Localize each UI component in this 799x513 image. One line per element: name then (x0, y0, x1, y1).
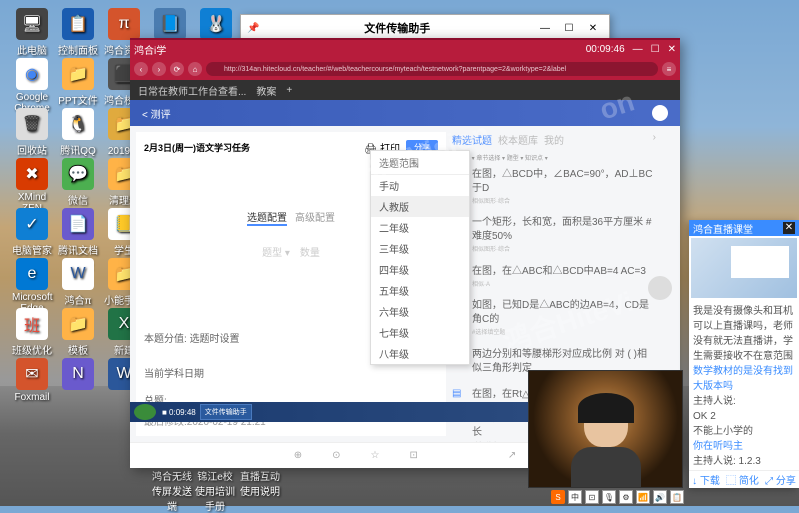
avatar[interactable] (652, 105, 668, 121)
tray-icon[interactable]: 🎙 (602, 490, 616, 504)
download-button[interactable]: ↓ 下载 (692, 472, 720, 487)
question-item[interactable]: ▤一个矩形，长和宽，面积是36平方厘米 #难度50%相似图形·综合 (452, 216, 656, 254)
desktop-icon[interactable]: W鸿合π (58, 258, 98, 307)
tray-icon[interactable]: 📋 (670, 490, 684, 504)
desktop-icon[interactable]: ✉Foxmail (12, 358, 52, 403)
taskbar-item[interactable]: 文件传输助手 (200, 404, 252, 420)
question-item[interactable]: ▤如图，已知D是△ABC的边AB=4，CD是角C的#选择填空题 (452, 299, 656, 337)
live-chat-panel: 鸿合直播课堂 ✕ 我是没有摄像头和耳机可以上直播课吗，老师没有就无法直播讲，学生… (689, 220, 799, 488)
system-tray: S 中 ⊡ 🎙 ⚙ 📶 🔊 📋 (551, 490, 684, 504)
scroll-handle[interactable] (648, 276, 662, 300)
preview-thumbnail[interactable] (691, 238, 797, 298)
dropdown-item[interactable]: 三年级 (371, 238, 469, 259)
desktop-icon[interactable]: 📋控制面板 (58, 8, 98, 57)
menu-button[interactable]: ≡ (662, 62, 676, 76)
pin-icon[interactable]: 📌 (247, 23, 259, 34)
maximize-button[interactable]: ☐ (559, 23, 579, 34)
tab-mine[interactable]: 我的 (544, 132, 564, 147)
minimize-button[interactable]: — (535, 23, 555, 34)
forward-button[interactable]: › (152, 62, 166, 76)
back-button[interactable]: ‹ (134, 62, 148, 76)
tool-icon[interactable]: ⊙ (332, 450, 340, 461)
desktop-icon[interactable]: eMicrosoft Edge (12, 258, 52, 314)
new-tab-button[interactable]: + (286, 85, 292, 96)
rec-time: ■ 0:09:48 (162, 408, 196, 417)
question-item[interactable]: ▤在图，△BCD中，∠BAC=90°，AD⊥BC于D相似图形·综合 (452, 168, 656, 206)
tab-config[interactable]: 选题配置 (247, 209, 287, 226)
desktop-icon[interactable]: ◉Google Chrome (12, 58, 52, 114)
dropdown-item[interactable]: 二年级 (371, 217, 469, 238)
desktop-icon[interactable]: 📁模板 (58, 308, 98, 357)
desktop-icon[interactable]: 🗑回收站 (12, 108, 52, 157)
dropdown-item[interactable]: 手动 (371, 175, 469, 196)
chat-log: 我是没有摄像头和耳机可以上直播课吗，老师没有就无法直播讲，学生需要接收不在意范围… (689, 300, 799, 470)
inner-taskbar: ■ 0:09:48 文件传输助手 (130, 402, 530, 422)
desktop-icon[interactable]: 🐧腾讯QQ (58, 108, 98, 157)
tab[interactable]: 教案 (256, 83, 276, 98)
tray-icon[interactable]: ⊡ (585, 490, 599, 504)
tool-icon[interactable]: ↗ (508, 450, 516, 461)
doc-icon: ▤ (452, 388, 466, 402)
tab[interactable]: 日常在教师工作台查看... (138, 83, 246, 98)
dropdown-item[interactable]: 四年级 (371, 259, 469, 280)
dropdown-item[interactable]: 八年级 (371, 343, 469, 364)
close-button[interactable]: ✕ (583, 23, 603, 34)
window-title: 文件传输助手 (259, 20, 535, 36)
dropdown-item[interactable]: 人教版 (371, 196, 469, 217)
home-button[interactable]: ⌂ (188, 62, 202, 76)
close-button[interactable]: ✕ (668, 44, 676, 55)
minimize-button[interactable]: — (633, 44, 643, 55)
tab-school[interactable]: 校本题库 (498, 132, 538, 147)
filter-row[interactable]: 上下册 ▾ 章节选择 ▾ 题型 ▾ 知识点 ▾ (452, 153, 656, 162)
simplify-button[interactable]: ⬚ 简化 (726, 472, 759, 487)
webcam-feed[interactable] (528, 370, 683, 488)
tab-bar: 日常在教师工作台查看... 教案 + (130, 80, 680, 100)
tool-icon[interactable]: ☆ (371, 450, 380, 461)
desktop-icon[interactable]: 💬微信 (58, 158, 98, 207)
tray-icon[interactable]: 📶 (636, 490, 650, 504)
maximize-button[interactable]: ☐ (651, 44, 660, 55)
desktop-icon[interactable]: ✖XMind ZEN (12, 158, 52, 214)
url-bar[interactable]: http://314an.hitecloud.cn/teacher/#/web/… (206, 62, 658, 76)
dropdown-header: 选题范围 (371, 151, 469, 175)
tab-featured[interactable]: 精选试题 (452, 132, 492, 147)
share-button[interactable]: ⤢ 分享 (765, 472, 796, 487)
browser-label: 鸿合i学 (134, 42, 166, 57)
tool-icon[interactable]: ⊡ (409, 450, 417, 461)
desktop-icon[interactable]: ✓电脑管家 (12, 208, 52, 257)
close-icon[interactable]: ✕ (783, 222, 795, 234)
start-button[interactable] (134, 404, 156, 420)
tray-icon[interactable]: ⚙ (619, 490, 633, 504)
dropdown-item[interactable]: 六年级 (371, 301, 469, 322)
collapse-icon[interactable]: › (653, 132, 656, 147)
refresh-button[interactable]: ⟳ (170, 62, 184, 76)
tray-icon[interactable]: S (551, 490, 565, 504)
dropdown-item[interactable]: 五年级 (371, 280, 469, 301)
tab-advanced[interactable]: 高级配置 (295, 209, 335, 226)
tool-icon[interactable]: ⊕ (294, 450, 302, 461)
lesson-title: 2月3日(周一)语文学习任务 (144, 141, 250, 154)
tray-icon[interactable]: 中 (568, 490, 582, 504)
tray-icon[interactable]: 🔊 (653, 490, 667, 504)
dropdown-item[interactable]: 七年级 (371, 322, 469, 343)
timer: 00:09:46 (586, 44, 625, 55)
desktop-icon[interactable]: N (58, 358, 98, 392)
breadcrumb[interactable]: < 测评 (142, 106, 171, 121)
question-item[interactable]: ▤在图，在△ABC和△BCD中AB=4 AC=3相似·A (452, 265, 656, 289)
grade-dropdown: 选题范围 手动 人教版 二年级 三年级 四年级 五年级 六年级 七年级 八年级 (370, 150, 470, 365)
desktop-icon[interactable]: 🖥此电脑 (12, 8, 52, 57)
desktop-icon[interactable]: 📁PPT文件 (58, 58, 98, 107)
panel-title: 鸿合直播课堂 (693, 221, 753, 236)
